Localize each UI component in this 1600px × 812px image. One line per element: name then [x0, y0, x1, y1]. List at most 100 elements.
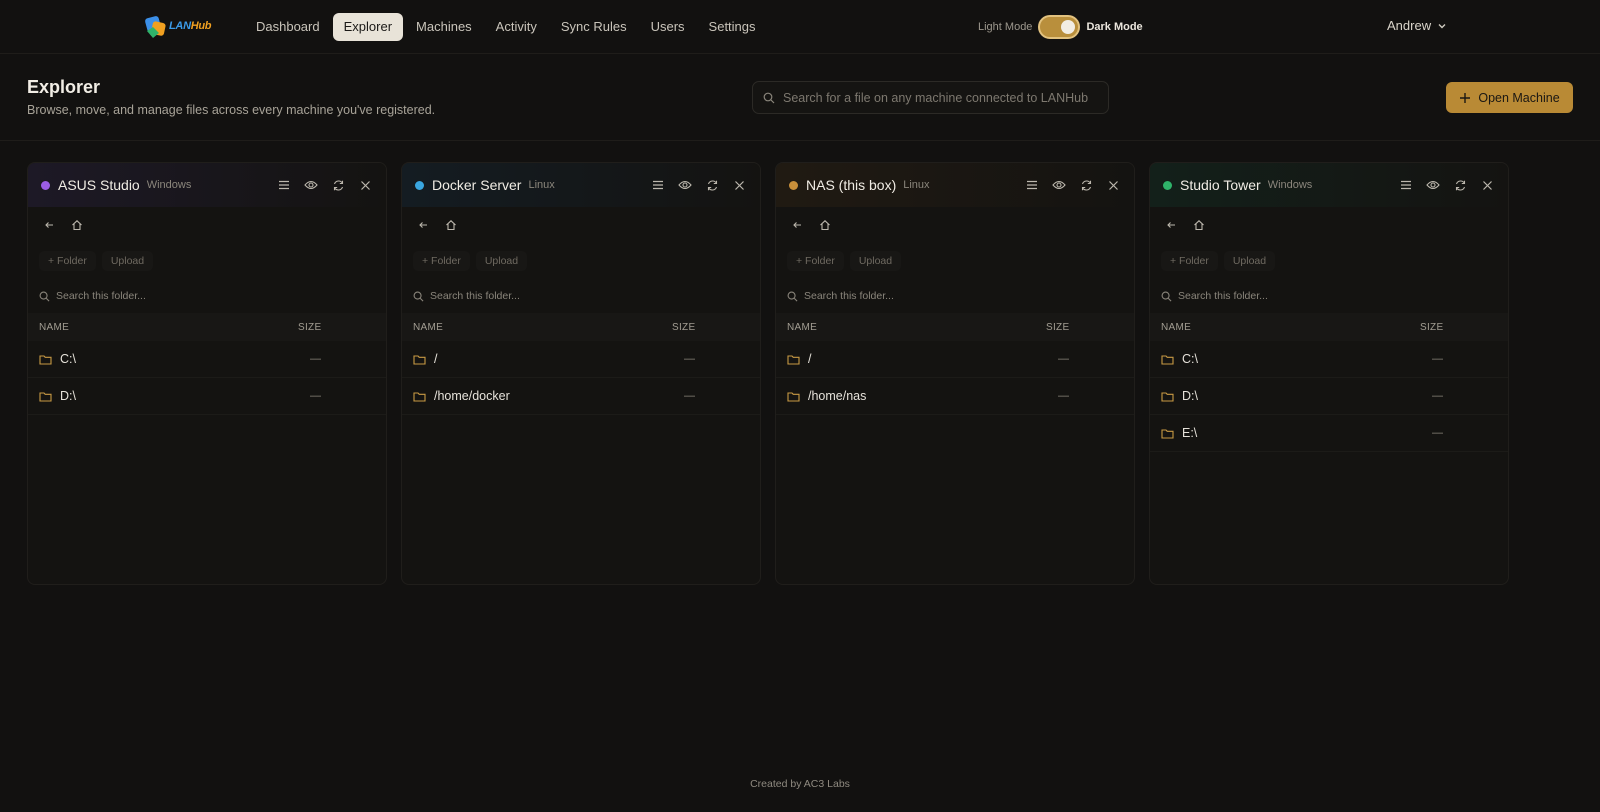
new-folder-button[interactable]: + Folder [39, 251, 96, 271]
folder-icon [413, 391, 426, 402]
upload-button[interactable]: Upload [475, 251, 528, 271]
name-cell: D:\ [39, 389, 298, 403]
size-cell: — [684, 353, 695, 365]
table-row[interactable]: / — [402, 341, 760, 378]
back-arrow-icon[interactable] [1163, 217, 1179, 233]
nav-settings[interactable]: Settings [698, 13, 767, 41]
machine-panel: Docker Server Linux + Folder Upload Sear… [401, 162, 761, 585]
table-row[interactable]: /home/nas — [776, 378, 1134, 415]
refresh-icon[interactable] [704, 177, 720, 193]
column-name-header[interactable]: NAME [1161, 322, 1420, 333]
file-list: C:\ — D:\ — E:\ — [1150, 341, 1508, 452]
eye-icon[interactable] [303, 177, 319, 193]
panel-actions [650, 177, 747, 193]
upload-button[interactable]: Upload [1223, 251, 1276, 271]
nav-users[interactable]: Users [640, 13, 696, 41]
dark-mode-label: Dark Mode [1086, 21, 1143, 33]
close-icon[interactable] [1479, 177, 1495, 193]
nav-explorer[interactable]: Explorer [332, 13, 404, 41]
back-arrow-icon[interactable] [415, 217, 431, 233]
open-machine-button[interactable]: Open Machine [1446, 82, 1573, 113]
size-cell: — [310, 353, 321, 365]
machine-panel: Studio Tower Windows + Folder Upload Sea… [1149, 162, 1509, 585]
folder-search[interactable] [402, 279, 760, 313]
upload-button[interactable]: Upload [849, 251, 902, 271]
eye-icon[interactable] [1051, 177, 1067, 193]
menu-icon[interactable] [650, 177, 666, 193]
folder-search-input[interactable] [56, 290, 356, 302]
refresh-icon[interactable] [330, 177, 346, 193]
folder-search-input[interactable] [430, 290, 730, 302]
close-icon[interactable] [731, 177, 747, 193]
search-icon [763, 92, 775, 103]
folder-name: E:\ [1182, 426, 1198, 440]
file-table-header: NAME SIZE [28, 313, 386, 341]
folder-search[interactable] [776, 279, 1134, 313]
back-arrow-icon[interactable] [789, 217, 805, 233]
folder-search-input[interactable] [1178, 290, 1478, 302]
column-size-header[interactable]: SIZE [672, 322, 760, 333]
folder-search-input[interactable] [804, 290, 1104, 302]
table-row[interactable]: C:\ — [28, 341, 386, 378]
lanhub-logo[interactable]: LANHub [143, 13, 213, 41]
folder-icon [413, 354, 426, 365]
global-search[interactable] [752, 81, 1109, 114]
table-row[interactable]: D:\ — [28, 378, 386, 415]
table-row[interactable]: /home/docker — [402, 378, 760, 415]
column-name-header[interactable]: NAME [413, 322, 672, 333]
page-header: Explorer Browse, move, and manage files … [0, 54, 1600, 141]
column-size-header[interactable]: SIZE [1046, 322, 1134, 333]
global-search-input[interactable] [783, 90, 1093, 105]
nav-activity[interactable]: Activity [485, 13, 548, 41]
nav-dashboard[interactable]: Dashboard [245, 13, 331, 41]
status-dot [415, 180, 424, 190]
nav-sync-rules[interactable]: Sync Rules [550, 13, 638, 41]
home-icon[interactable] [1191, 217, 1207, 233]
back-arrow-icon[interactable] [41, 217, 57, 233]
eye-icon[interactable] [1425, 177, 1441, 193]
name-cell: D:\ [1161, 389, 1420, 403]
refresh-icon[interactable] [1078, 177, 1094, 193]
user-name: Andrew [1387, 18, 1432, 33]
folder-name: / [434, 352, 438, 366]
new-folder-button[interactable]: + Folder [413, 251, 470, 271]
folder-search[interactable] [1150, 279, 1508, 313]
status-dot [41, 180, 50, 190]
table-row[interactable]: / — [776, 341, 1134, 378]
user-menu[interactable]: Andrew [1387, 18, 1447, 33]
close-icon[interactable] [1105, 177, 1121, 193]
menu-icon[interactable] [1024, 177, 1040, 193]
home-icon[interactable] [69, 217, 85, 233]
table-row[interactable]: E:\ — [1150, 415, 1508, 452]
page-title: Explorer [27, 77, 101, 97]
name-cell: C:\ [39, 352, 298, 366]
menu-icon[interactable] [1398, 177, 1414, 193]
table-row[interactable]: D:\ — [1150, 378, 1508, 415]
folder-name: D:\ [1182, 389, 1198, 403]
home-icon[interactable] [817, 217, 833, 233]
nav-machines[interactable]: Machines [405, 13, 483, 41]
theme-toggle[interactable] [1038, 15, 1081, 39]
theme-switcher: Light Mode Dark Mode [978, 14, 1143, 40]
panel-header: ASUS Studio Windows [28, 163, 386, 207]
new-folder-button[interactable]: + Folder [1161, 251, 1218, 271]
home-icon[interactable] [443, 217, 459, 233]
machine-panel: ASUS Studio Windows + Folder Upload Sear… [27, 162, 387, 585]
column-name-header[interactable]: NAME [39, 322, 298, 333]
close-icon[interactable] [357, 177, 373, 193]
column-name-header[interactable]: NAME [787, 322, 1046, 333]
eye-icon[interactable] [677, 177, 693, 193]
toggle-knob [1061, 20, 1076, 34]
folder-name: / [808, 352, 812, 366]
upload-button[interactable]: Upload [101, 251, 154, 271]
size-cell: — [684, 390, 695, 402]
refresh-icon[interactable] [1452, 177, 1468, 193]
column-size-header[interactable]: SIZE [1420, 322, 1508, 333]
folder-search[interactable] [28, 279, 386, 313]
table-row[interactable]: C:\ — [1150, 341, 1508, 378]
column-size-header[interactable]: SIZE [298, 322, 386, 333]
panel-header: NAS (this box) Linux [776, 163, 1134, 207]
machine-name: Studio Tower [1180, 177, 1261, 193]
menu-icon[interactable] [276, 177, 292, 193]
new-folder-button[interactable]: + Folder [787, 251, 844, 271]
